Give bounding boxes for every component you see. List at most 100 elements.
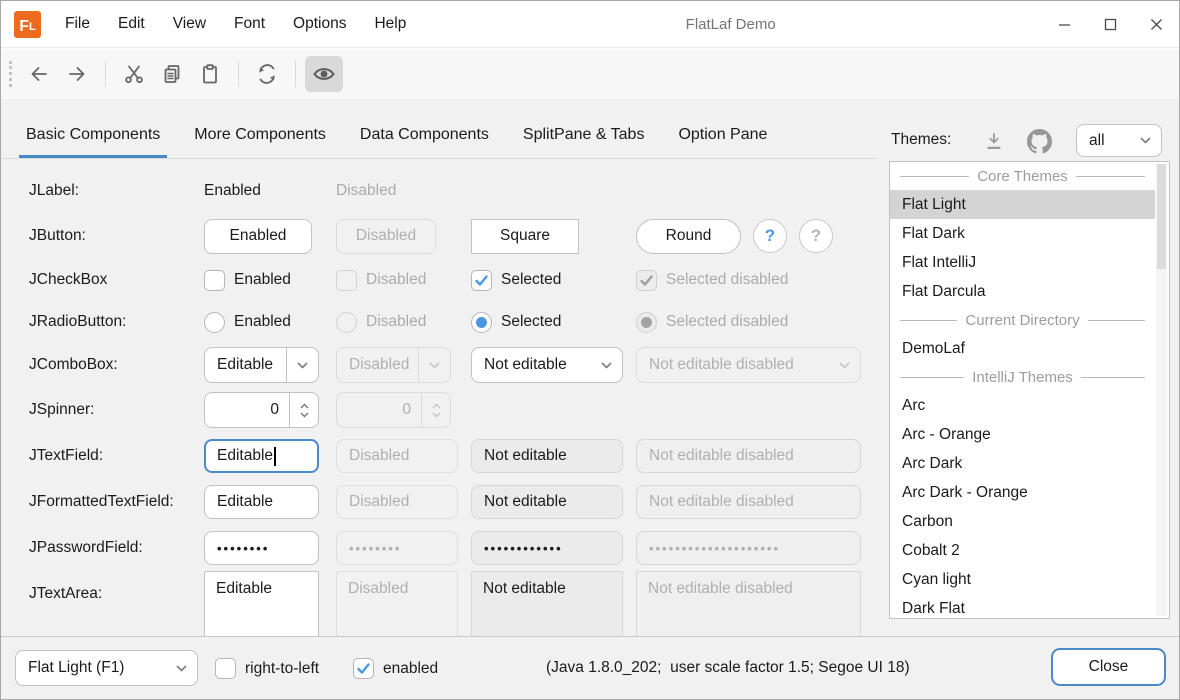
chevron-down-icon[interactable] xyxy=(286,348,318,382)
theme-list-item[interactable]: Arc Dark - Orange xyxy=(890,478,1155,507)
theme-list-item[interactable]: Flat IntelliJ xyxy=(890,248,1155,277)
github-button[interactable] xyxy=(1021,125,1057,157)
menu-bar: File Edit View Font Options Help xyxy=(51,1,420,48)
spinner-arrows[interactable] xyxy=(289,393,318,427)
tab-more-components[interactable]: More Components xyxy=(187,126,333,158)
download-theme-button[interactable] xyxy=(976,125,1012,157)
theme-list-item[interactable]: Cobalt 2 xyxy=(890,536,1155,565)
jlabel-disabled: Disabled xyxy=(336,182,396,199)
jbutton-round[interactable]: Round xyxy=(636,219,741,254)
app-logo-icon: FL xyxy=(14,11,41,38)
passwordfield-not-editable-disabled: •••••••••••••••••••• xyxy=(636,531,861,565)
themes-scrollbar[interactable] xyxy=(1156,164,1167,616)
jspinner-row-label: JSpinner: xyxy=(29,401,204,419)
cut-button[interactable] xyxy=(115,56,153,92)
theme-list-item[interactable]: Flat Light xyxy=(890,190,1155,219)
jspinner-row: JSpinner: 0 0 xyxy=(29,387,471,433)
tab-basic-components[interactable]: Basic Components xyxy=(19,126,167,158)
jbutton-square[interactable]: Square xyxy=(471,219,579,254)
close-button[interactable]: Close xyxy=(1051,648,1166,686)
chevron-down-icon[interactable] xyxy=(165,651,197,685)
formattedtextfield-editable[interactable]: Editable xyxy=(204,485,319,519)
passwordfield-disabled: •••••••• xyxy=(336,531,458,565)
maximize-button[interactable] xyxy=(1087,1,1133,48)
theme-list-item[interactable]: Cyan light xyxy=(890,565,1155,594)
back-button[interactable] xyxy=(20,56,58,92)
combobox-editable[interactable]: Editable xyxy=(204,347,319,383)
minimize-button[interactable] xyxy=(1041,1,1087,48)
textfield-not-editable-disabled: Not editable disabled xyxy=(636,439,861,473)
textarea-not-editable[interactable]: Not editable xyxy=(471,571,623,636)
jlabel-row-label: JLabel: xyxy=(29,182,204,200)
jformattedtextfield-row: JFormattedTextField: Editable Disabled N… xyxy=(29,479,896,525)
formattedtextfield-not-editable[interactable]: Not editable xyxy=(471,485,623,519)
menu-file[interactable]: File xyxy=(51,1,104,48)
theme-list-item[interactable]: Carbon xyxy=(890,507,1155,536)
lookandfeel-combobox[interactable]: Flat Light (F1) xyxy=(15,650,198,686)
radio-circle-selected[interactable] xyxy=(471,312,492,333)
show-hover-toggle-button[interactable] xyxy=(305,56,343,92)
combobox-not-editable[interactable]: Not editable xyxy=(471,347,623,383)
checkbox-disabled: Disabled xyxy=(336,270,471,291)
tab-data-components[interactable]: Data Components xyxy=(353,126,496,158)
menu-options[interactable]: Options xyxy=(279,1,360,48)
jpasswordfield-row: JPasswordField: •••••••• •••••••• ••••••… xyxy=(29,525,896,571)
title-bar: FL File Edit View Font Options Help Flat… xyxy=(1,1,1179,48)
tab-option-pane[interactable]: Option Pane xyxy=(671,126,774,158)
status-info-text: (Java 1.8.0_202; user scale factor 1.5; … xyxy=(546,637,910,699)
jbutton-row: JButton: Enabled Disabled Square Round ?… xyxy=(29,213,896,259)
close-window-button[interactable] xyxy=(1133,1,1179,48)
chevron-down-icon[interactable] xyxy=(1129,125,1161,156)
checkbox-box-checked[interactable] xyxy=(471,270,492,291)
refresh-button[interactable] xyxy=(248,56,286,92)
forward-button[interactable] xyxy=(58,56,96,92)
chevron-down-icon[interactable] xyxy=(590,348,622,382)
checkbox-box[interactable] xyxy=(215,658,236,679)
toolbar-grip[interactable] xyxy=(9,61,12,87)
passwordfield-not-editable[interactable]: •••••••••••• xyxy=(471,531,623,565)
jbutton-row-label: JButton: xyxy=(29,227,204,245)
theme-list-item[interactable]: Arc Dark xyxy=(890,449,1155,478)
combobox-disabled: Disabled xyxy=(336,347,451,383)
textfield-editable-focused[interactable]: Editable xyxy=(204,439,319,473)
window-title: FlatLaf Demo xyxy=(420,16,1041,33)
menu-edit[interactable]: Edit xyxy=(104,1,159,48)
checkbox-enabled[interactable]: Enabled xyxy=(204,270,336,291)
jformattedtextfield-row-label: JFormattedTextField: xyxy=(29,493,204,511)
textarea-editable[interactable]: Editable xyxy=(204,571,319,636)
menu-help[interactable]: Help xyxy=(360,1,420,48)
theme-list-item[interactable]: Dark Flat xyxy=(890,594,1155,619)
radio-circle[interactable] xyxy=(204,312,225,333)
theme-list-item[interactable]: DemoLaf xyxy=(890,334,1155,363)
menu-font[interactable]: Font xyxy=(220,1,279,48)
checkbox-selected[interactable]: Selected xyxy=(471,270,636,291)
forward-arrow-icon xyxy=(66,63,88,85)
spinner-enabled[interactable]: 0 xyxy=(204,392,319,428)
chevron-down-icon xyxy=(418,348,450,382)
cut-icon xyxy=(123,63,145,85)
radio-selected[interactable]: Selected xyxy=(471,312,636,333)
theme-list-item[interactable]: Arc xyxy=(890,391,1155,420)
theme-list-item[interactable]: Arc - Orange xyxy=(890,420,1155,449)
scrollbar-thumb[interactable] xyxy=(1157,164,1166,269)
paste-button[interactable] xyxy=(191,56,229,92)
menu-view[interactable]: View xyxy=(159,1,220,48)
passwordfield-editable[interactable]: •••••••• xyxy=(204,531,319,565)
help-button[interactable]: ? xyxy=(753,219,787,253)
theme-filter-combobox[interactable]: all xyxy=(1076,124,1162,157)
jbutton-enabled[interactable]: Enabled xyxy=(204,219,312,254)
checkbox-box[interactable] xyxy=(204,270,225,291)
checkbox-box-checked[interactable] xyxy=(353,658,374,679)
theme-list-item[interactable]: Flat Darcula xyxy=(890,277,1155,306)
copy-button[interactable] xyxy=(153,56,191,92)
theme-list-item[interactable]: Flat Dark xyxy=(890,219,1155,248)
tab-splitpane-tabs[interactable]: SplitPane & Tabs xyxy=(516,126,652,158)
chevron-up-icon xyxy=(300,403,309,409)
enabled-checkbox[interactable]: enabled xyxy=(353,658,438,679)
radio-enabled[interactable]: Enabled xyxy=(204,312,336,333)
themes-list[interactable]: Core ThemesFlat LightFlat DarkFlat Intel… xyxy=(889,161,1170,619)
right-to-left-checkbox[interactable]: right-to-left xyxy=(215,658,319,679)
maximize-icon xyxy=(1105,19,1115,29)
textfield-not-editable[interactable]: Not editable xyxy=(471,439,623,473)
jtextarea-row: JTextArea: Editable Disabled Not editabl… xyxy=(29,571,896,636)
